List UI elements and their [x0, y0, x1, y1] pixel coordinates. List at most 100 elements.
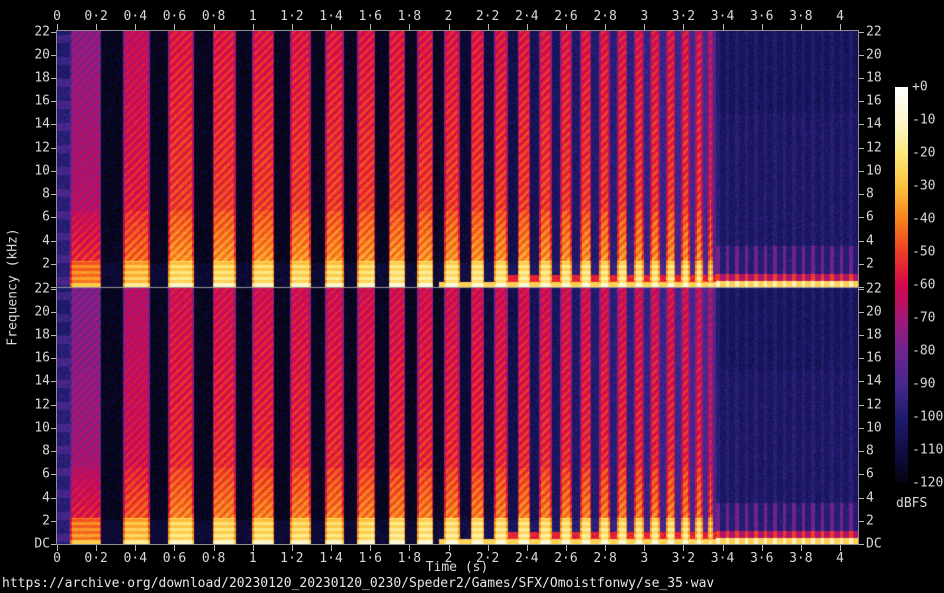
- freq-tick-mark-left: [51, 148, 56, 149]
- time-tick-label-top: 0·4: [124, 10, 147, 23]
- colorbar-tick-label: -30: [912, 180, 935, 193]
- colorbar-tick-label: +0: [912, 81, 928, 94]
- freq-tick-mark-right: [859, 381, 864, 382]
- time-tick-label-bottom: 3·2: [672, 552, 695, 565]
- time-tick-label-bottom: 2: [445, 552, 453, 565]
- time-tick-label-top: 2·4: [515, 10, 538, 23]
- time-tick-label-top: 2·8: [593, 10, 616, 23]
- freq-tick-mark-left: [51, 55, 56, 56]
- time-tick-mark-top: [605, 24, 606, 30]
- freq-tick-mark-right: [859, 428, 864, 429]
- time-tick-label-bottom: 2·4: [515, 552, 538, 565]
- freq-tick-mark-right: [859, 124, 864, 125]
- time-tick-label-bottom: 0: [53, 552, 61, 565]
- time-tick-label-top: 3·4: [711, 10, 734, 23]
- source-url-caption: https://archive·org/download/20230120_20…: [2, 577, 714, 590]
- freq-tick-mark-left: [51, 405, 56, 406]
- time-tick-label-top: 3·6: [750, 10, 773, 23]
- freq-tick-mark-left: [51, 451, 56, 452]
- freq-tick-label-right: 6: [866, 468, 874, 481]
- freq-tick-label-right: 4: [866, 234, 874, 247]
- freq-tick-mark-left: [51, 428, 56, 429]
- colorbar-tick-label: -70: [912, 312, 935, 325]
- freq-tick-mark-left: [51, 124, 56, 125]
- colorbar-tick-label: -100: [912, 411, 943, 424]
- time-tick-mark-top: [370, 24, 371, 30]
- freq-tick-mark-left: [51, 521, 56, 522]
- freq-tick-mark-right: [859, 405, 864, 406]
- freq-tick-label-left: 20: [16, 305, 50, 318]
- time-tick-label-top: 1·8: [398, 10, 421, 23]
- freq-tick-mark-left: [51, 264, 56, 265]
- time-tick-label-top: 3·2: [672, 10, 695, 23]
- freq-tick-mark-right: [859, 55, 864, 56]
- time-tick-mark-top: [566, 24, 567, 30]
- freq-tick-label-right: 4: [866, 491, 874, 504]
- time-tick-label-top: 2·2: [476, 10, 499, 23]
- freq-tick-label-right: 14: [866, 118, 882, 131]
- time-tick-label-top: 2: [445, 10, 453, 23]
- freq-tick-mark-right: [859, 474, 864, 475]
- freq-tick-label-right: 6: [866, 211, 874, 224]
- freq-tick-mark-left: [51, 498, 56, 499]
- time-tick-label-bottom: 2·2: [476, 552, 499, 565]
- freq-tick-mark-right: [859, 171, 864, 172]
- time-tick-mark-top: [762, 24, 763, 30]
- freq-tick-label-left: 16: [16, 352, 50, 365]
- freq-tick-label-right: 8: [866, 188, 874, 201]
- time-tick-label-bottom: 1: [249, 552, 257, 565]
- time-tick-label-bottom: 3·4: [711, 552, 734, 565]
- freq-tick-label-left: 8: [16, 445, 50, 458]
- time-tick-mark-top: [683, 24, 684, 30]
- freq-tick-label-right: 20: [866, 48, 882, 61]
- freq-tick-mark-right: [859, 521, 864, 522]
- freq-tick-mark-right: [859, 498, 864, 499]
- freq-tick-label-left: 18: [16, 72, 50, 85]
- freq-tick-label-left: 22: [16, 282, 50, 295]
- freq-tick-label-left: DC: [16, 538, 50, 551]
- freq-tick-mark-right: [859, 358, 864, 359]
- colorbar-tick-label: -50: [912, 246, 935, 259]
- time-tick-mark-top: [253, 24, 254, 30]
- freq-tick-label-left: 16: [16, 95, 50, 108]
- freq-tick-label-right: 20: [866, 305, 882, 318]
- freq-tick-mark-left: [51, 241, 56, 242]
- time-tick-mark-top: [96, 24, 97, 30]
- freq-tick-mark-right: [859, 78, 864, 79]
- freq-tick-label-right: 22: [866, 25, 882, 38]
- freq-tick-mark-left: [51, 358, 56, 359]
- freq-tick-mark-right: [859, 194, 864, 195]
- plot-frame: [56, 30, 859, 545]
- time-tick-label-top: 3: [640, 10, 648, 23]
- freq-tick-label-right: 14: [866, 375, 882, 388]
- colorbar-unit-label: dBFS: [896, 497, 927, 510]
- time-tick-mark-top: [292, 24, 293, 30]
- time-tick-label-bottom: 2·6: [554, 552, 577, 565]
- freq-tick-mark-right: [859, 544, 864, 545]
- spectrogram-figure: Frequency (kHz) Time (s) 000·20·20·40·40…: [0, 0, 944, 593]
- freq-tick-label-left: 22: [16, 25, 50, 38]
- freq-tick-mark-right: [859, 289, 864, 290]
- freq-tick-label-left: 10: [16, 421, 50, 434]
- time-tick-label-bottom: 0·6: [163, 552, 186, 565]
- colorbar-tick-label: -60: [912, 279, 935, 292]
- freq-tick-label-right: 12: [866, 141, 882, 154]
- colorbar-tick-label: -40: [912, 213, 935, 226]
- freq-tick-mark-left: [51, 101, 56, 102]
- freq-tick-mark-left: [51, 289, 56, 290]
- time-tick-label-bottom: 0·8: [202, 552, 225, 565]
- time-tick-label-bottom: 3·8: [789, 552, 812, 565]
- spectrogram-canvas: [57, 31, 858, 544]
- freq-tick-label-left: 14: [16, 118, 50, 131]
- colorbar-tick-label: -80: [912, 345, 935, 358]
- time-tick-mark-top: [409, 24, 410, 30]
- freq-tick-label-right: 16: [866, 95, 882, 108]
- time-tick-mark-top: [174, 24, 175, 30]
- freq-tick-label-left: 14: [16, 375, 50, 388]
- freq-tick-label-left: 4: [16, 234, 50, 247]
- time-tick-label-bottom: 3: [640, 552, 648, 565]
- freq-tick-label-left: 4: [16, 491, 50, 504]
- time-tick-label-bottom: 4: [836, 552, 844, 565]
- time-tick-label-top: 1·4: [319, 10, 342, 23]
- freq-tick-label-right: 8: [866, 445, 874, 458]
